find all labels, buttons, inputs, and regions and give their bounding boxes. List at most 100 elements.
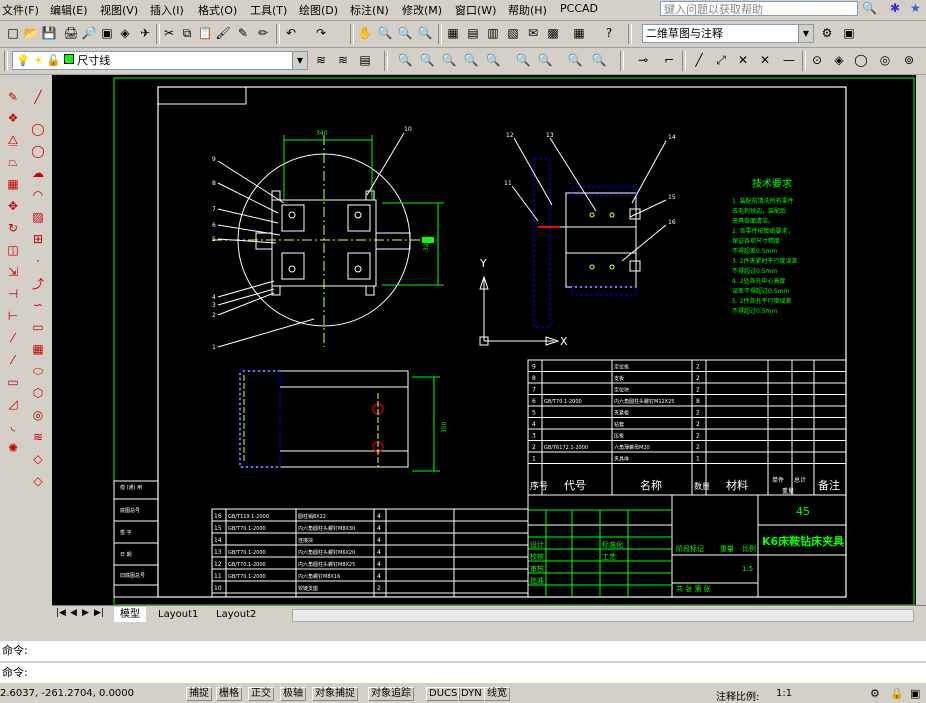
join-icon[interactable]: ▭ [3,372,23,392]
tab-model[interactable]: 模型 [114,607,146,622]
zoom-window-icon[interactable]: 🔍 [396,24,414,42]
osnap-quadrant-icon[interactable]: ◈ [830,51,848,69]
otrack-toggle[interactable]: 对象追踪 [368,687,414,701]
osnap-none-icon[interactable]: ⊚ [900,51,918,69]
menu-tools[interactable]: 工具(T) [250,2,287,18]
workspace-save-icon[interactable]: ▣ [840,24,858,42]
osnap-center-icon[interactable]: ⊙ [808,51,826,69]
wipeout-icon[interactable]: ◇ [28,471,48,491]
trim-left-icon[interactable]: ⊣ [3,284,23,304]
zoom-center-icon[interactable]: 🔍 [462,51,480,69]
extend-left-icon[interactable]: ⊢ [3,306,23,326]
ellipse-icon[interactable]: ⬭ [28,361,48,381]
tab-nav-first-icon[interactable]: |◀ [56,608,66,618]
mline-icon[interactable]: ≋ [28,427,48,447]
polygon-icon[interactable]: ⬡ [28,383,48,403]
zoom-in-icon[interactable]: 🔍 [514,51,532,69]
menu-dimension[interactable]: 标注(N) [350,2,389,18]
trim-icon[interactable]: ✕ [734,51,752,69]
menu-help[interactable]: 帮助(H) [508,2,547,18]
save-icon[interactable]: 💾 [40,24,58,42]
circle-2-icon[interactable]: ◯ [28,141,48,161]
table-icon[interactable]: ▦ [28,339,48,359]
osnap-toggle[interactable]: 对象捕捉 [312,687,358,701]
explode-icon[interactable]: ✺ [3,438,23,458]
print-icon[interactable]: 🖨 [62,24,80,42]
quickcalc-icon[interactable]: ▩ [544,24,562,42]
tab-layout2[interactable]: Layout2 [210,607,262,622]
annotation-scale-value[interactable]: 1:1 [776,688,792,699]
paste-icon[interactable]: 📋 [196,24,214,42]
ortho-toggle[interactable]: 正交 [248,687,274,701]
publish-icon[interactable]: ▣ [98,24,116,42]
design-center-icon[interactable]: ▤ [464,24,482,42]
chamfer-icon[interactable]: ◿ [3,394,23,414]
tab-nav-last-icon[interactable]: ▶| [94,608,104,618]
copy-icon[interactable]: ⧉ [178,24,196,42]
open-icon[interactable]: 📂 [22,24,40,42]
make-current-icon[interactable]: ▤ [356,51,374,69]
circle-icon[interactable]: ◯ [28,119,48,139]
menu-insert[interactable]: 插入(I) [150,2,184,18]
workspace-settings-icon[interactable]: ⚙ [818,24,836,42]
menu-view[interactable]: 视图(V) [100,2,138,18]
scale-icon[interactable]: ◫ [3,240,23,260]
erase-icon[interactable]: ✎ [3,87,23,107]
osnap-node-icon[interactable]: ◎ [876,51,894,69]
break-icon[interactable]: — [780,51,798,69]
drawing-canvas[interactable]: 340 320 9 8 7 6 5 4 3 2 1 10 12 11 13 14… [52,75,916,605]
undo-icon[interactable]: ↶ [282,24,300,42]
rotate-icon[interactable]: ↻ [3,218,23,238]
osnap-tangent-icon[interactable]: ◯ [852,51,870,69]
new-icon[interactable]: □ [4,24,22,42]
menu-modify[interactable]: 修改(M) [402,2,442,18]
dyn-toggle[interactable]: DYN [458,687,485,701]
line-left-icon[interactable]: ╱ [28,87,48,107]
etransmit-icon[interactable]: ◈ [116,24,134,42]
zoom-window2-icon[interactable]: 🔍 [396,51,414,69]
snap-toggle[interactable]: 捕捉 [186,687,212,701]
fillet-icon[interactable]: ◟ [3,416,23,436]
search-icon[interactable]: 🔍 [862,1,877,15]
copy-object-icon[interactable]: ❖ [3,108,23,128]
block-editor-icon[interactable]: ✎ [234,24,252,42]
sheetset-icon[interactable]: ▧ [504,24,522,42]
favorites-icon[interactable]: ★ [910,1,921,15]
tab-layout1[interactable]: Layout1 [152,607,204,622]
ducs-toggle[interactable]: DUCS [426,687,461,701]
dim-aligned-icon[interactable]: ⌐ [660,51,678,69]
tab-nav-prev-icon[interactable]: ◀ [70,608,77,618]
lineweight-toggle[interactable]: 线宽 [484,687,510,701]
menu-draw[interactable]: 绘图(D) [299,2,338,18]
menu-file[interactable]: 文件(F) [2,2,39,18]
zoom-all-icon[interactable]: 🔍 [566,51,584,69]
calculator-icon[interactable]: ▦ [570,24,588,42]
match-properties-icon[interactable]: 🖌 [214,24,232,42]
arc-icon[interactable]: ◠ [28,185,48,205]
communication-icon[interactable]: ✱ [890,1,900,15]
array-icon[interactable]: ▦ [3,174,23,194]
rectangle-icon[interactable]: ▭ [28,317,48,337]
donut-icon[interactable]: ◎ [28,405,48,425]
chevron-down-icon[interactable]: ▼ [292,52,307,69]
zoom-scale-icon[interactable]: 🔍 [440,51,458,69]
help-search-input[interactable]: 键入问题以获取帮助 [660,1,858,16]
hatch-icon[interactable]: ▨ [28,207,48,227]
markup-icon[interactable]: ✉ [524,24,542,42]
extend-icon[interactable]: ✕ [756,51,774,69]
polyline-icon[interactable]: ⤴ [28,273,48,293]
break-left-icon[interactable]: ⁄ [3,350,23,370]
command-input[interactable]: 命令: [0,663,926,683]
lock-tray-icon[interactable]: 🔒 [890,687,904,700]
print-preview-icon[interactable]: 🔎 [80,24,98,42]
horizontal-scrollbar[interactable] [292,609,914,622]
stretch-icon[interactable]: ⇲ [3,262,23,282]
zoom-dynamic-icon[interactable]: 🔍 [418,51,436,69]
clean-screen-icon[interactable]: ▣ [910,687,920,700]
plot-icon[interactable]: ✈ [136,24,154,42]
menu-format[interactable]: 格式(O) [198,2,237,18]
region-icon[interactable]: ◇ [28,449,48,469]
xline-icon[interactable]: ⤢ [712,51,730,69]
menu-window[interactable]: 窗口(W) [455,2,496,18]
tray-settings-icon[interactable]: ⚙ [870,687,880,700]
